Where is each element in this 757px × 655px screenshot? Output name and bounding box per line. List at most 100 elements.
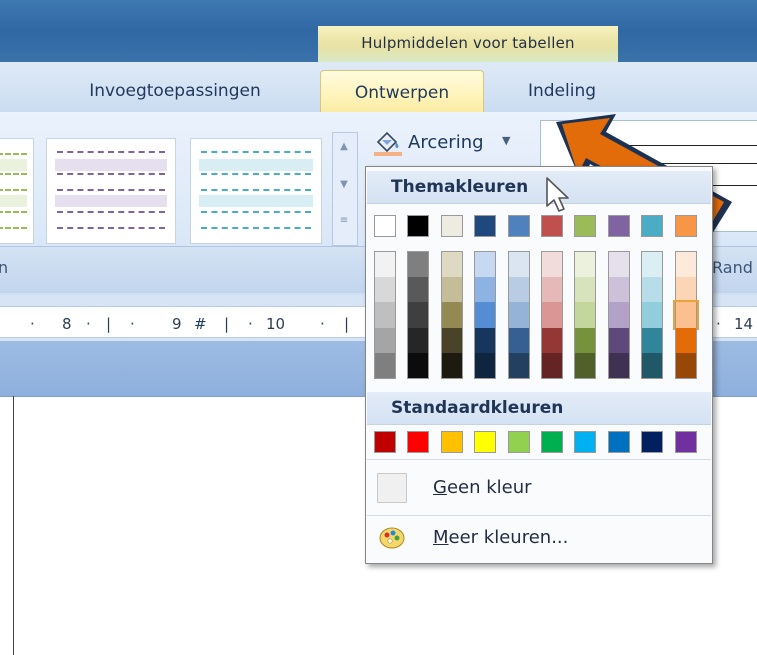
tab-indeling[interactable]: Indeling xyxy=(492,73,632,111)
theme-color-swatch[interactable] xyxy=(641,215,664,237)
theme-shade-swatch[interactable] xyxy=(507,302,530,328)
theme-shade-swatch[interactable] xyxy=(672,300,699,330)
theme-shade-swatch[interactable] xyxy=(541,353,563,379)
theme-shade-swatch[interactable] xyxy=(374,251,396,277)
theme-shade-swatch[interactable] xyxy=(374,276,396,303)
standard-color-swatch[interactable] xyxy=(607,431,630,453)
theme-shade-swatch[interactable] xyxy=(641,251,664,277)
standard-color-swatch[interactable] xyxy=(541,431,563,453)
theme-shade-swatch[interactable] xyxy=(507,251,530,277)
ruler-tick: · xyxy=(130,315,135,333)
theme-shade-swatch[interactable] xyxy=(440,353,463,379)
theme-shade-swatch[interactable] xyxy=(407,251,430,277)
shading-button[interactable]: Arcering ▼ xyxy=(370,124,520,164)
standard-color-swatch[interactable] xyxy=(574,431,597,453)
theme-shade-swatch[interactable] xyxy=(574,353,597,379)
gallery-scrollbar[interactable]: ▲ ▼ ≡ xyxy=(332,132,358,246)
theme-shade-swatch[interactable] xyxy=(607,276,630,303)
theme-shade-swatch[interactable] xyxy=(574,302,597,328)
standard-color-swatch[interactable] xyxy=(507,431,530,453)
theme-color-swatch[interactable] xyxy=(474,215,497,237)
theme-shade-swatch[interactable] xyxy=(541,276,563,303)
theme-shade-swatch[interactable] xyxy=(541,327,563,354)
theme-color-swatch[interactable] xyxy=(507,215,530,237)
document-page-edge xyxy=(13,396,14,655)
theme-color-swatch[interactable] xyxy=(374,215,396,237)
theme-shade-swatch[interactable] xyxy=(574,327,597,354)
theme-shade-swatch[interactable] xyxy=(641,353,664,379)
table-style-thumbnail[interactable] xyxy=(0,138,34,244)
more-colors-item[interactable]: Meer kleuren... xyxy=(367,515,711,563)
theme-shade-swatch[interactable] xyxy=(541,251,563,277)
theme-shade-swatch[interactable] xyxy=(641,302,664,328)
theme-shade-swatch[interactable] xyxy=(407,353,430,379)
theme-shade-swatch[interactable] xyxy=(674,353,697,379)
ribbon-tab-row: Invoegtoepassingen Ontwerpen Indeling xyxy=(0,62,757,115)
gallery-more-icon[interactable]: ≡ xyxy=(336,211,352,231)
theme-color-swatch[interactable] xyxy=(607,215,630,237)
standard-color-swatch[interactable] xyxy=(674,431,697,453)
standard-color-swatch[interactable] xyxy=(474,431,497,453)
theme-shade-swatch[interactable] xyxy=(407,327,430,354)
theme-shade-swatch[interactable] xyxy=(407,302,430,328)
ruler-tick: · xyxy=(716,315,721,333)
theme-shade-swatch[interactable] xyxy=(440,302,463,328)
theme-shade-swatch[interactable] xyxy=(607,353,630,379)
theme-color-swatch[interactable] xyxy=(407,215,430,237)
theme-shade-swatch[interactable] xyxy=(674,327,697,354)
theme-shade-swatch[interactable] xyxy=(474,327,497,354)
table-style-thumbnail[interactable] xyxy=(190,138,322,244)
theme-color-swatch[interactable] xyxy=(440,215,463,237)
theme-shade-swatch[interactable] xyxy=(641,276,664,303)
mouse-pointer-icon xyxy=(546,177,569,212)
theme-shade-swatch[interactable] xyxy=(474,302,497,328)
theme-shade-column xyxy=(507,251,532,381)
chevron-down-icon: ▼ xyxy=(502,134,511,147)
theme-shade-swatch[interactable] xyxy=(374,302,396,328)
scroll-up-icon[interactable]: ▲ xyxy=(336,137,352,157)
theme-shade-swatch[interactable] xyxy=(374,327,396,354)
theme-shade-swatch[interactable] xyxy=(474,251,497,277)
theme-shade-swatch[interactable] xyxy=(607,327,630,354)
theme-shade-swatch[interactable] xyxy=(474,353,497,379)
theme-shade-swatch[interactable] xyxy=(641,327,664,354)
theme-shade-swatch[interactable] xyxy=(407,276,430,303)
column-marker-icon[interactable]: # xyxy=(194,315,207,333)
shading-color-dropdown: Themakleuren Standaardkleuren Geen kleur… xyxy=(365,166,713,564)
theme-shade-swatch[interactable] xyxy=(507,327,530,354)
theme-color-swatch[interactable] xyxy=(574,215,597,237)
theme-shade-swatch[interactable] xyxy=(440,327,463,354)
theme-shade-column xyxy=(641,251,665,381)
theme-shade-swatch[interactable] xyxy=(574,251,597,277)
theme-shade-swatch[interactable] xyxy=(374,353,396,379)
table-style-thumbnail[interactable] xyxy=(46,138,176,244)
theme-shade-swatch[interactable] xyxy=(541,302,563,328)
theme-shade-swatch[interactable] xyxy=(607,302,630,328)
tab-invoegtoepassingen[interactable]: Invoegtoepassingen xyxy=(60,73,290,111)
no-color-item[interactable]: Geen kleur xyxy=(367,465,711,513)
theme-shade-swatch[interactable] xyxy=(507,353,530,379)
theme-shade-swatch[interactable] xyxy=(440,276,463,303)
theme-shade-swatch[interactable] xyxy=(474,276,497,303)
theme-shade-swatch[interactable] xyxy=(674,251,697,277)
theme-shade-swatch[interactable] xyxy=(440,251,463,277)
standard-color-swatch[interactable] xyxy=(374,431,396,453)
theme-shade-swatch[interactable] xyxy=(574,276,597,303)
theme-shade-swatch[interactable] xyxy=(507,276,530,303)
standard-colors-header-label: Standaardkleuren xyxy=(391,398,564,418)
standard-color-swatch[interactable] xyxy=(407,431,430,453)
theme-color-swatch[interactable] xyxy=(674,215,697,237)
theme-shade-column xyxy=(541,251,565,381)
contextual-tab-title: Hulpmiddelen voor tabellen xyxy=(318,26,618,62)
theme-shade-column xyxy=(474,251,498,381)
ruler-label: 14 xyxy=(734,315,754,333)
group-label-borders: Rand xyxy=(712,258,753,277)
standard-color-swatch[interactable] xyxy=(440,431,463,453)
standard-color-swatch[interactable] xyxy=(641,431,664,453)
scroll-down-icon[interactable]: ▼ xyxy=(336,175,352,195)
tab-ontwerpen[interactable]: Ontwerpen xyxy=(320,70,484,115)
no-color-label: Geen kleur xyxy=(433,477,532,498)
theme-shade-swatch[interactable] xyxy=(607,251,630,277)
theme-shade-swatch[interactable] xyxy=(674,276,697,303)
theme-color-swatch[interactable] xyxy=(541,215,563,237)
